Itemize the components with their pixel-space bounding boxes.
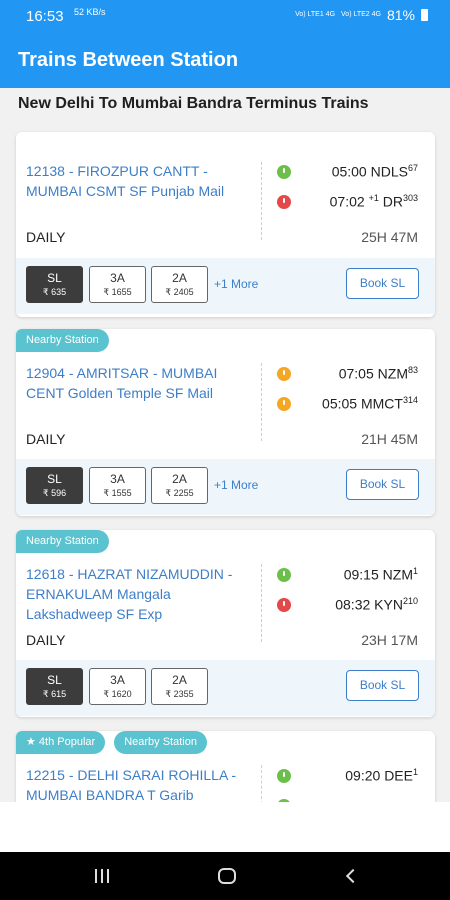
frequency: DAILY xyxy=(26,229,66,245)
divider xyxy=(261,564,262,642)
class-chip-2a[interactable]: 2A ₹ 2355 xyxy=(151,668,208,705)
book-button[interactable]: Book SL xyxy=(346,670,419,701)
more-classes-link[interactable]: +1 More xyxy=(214,478,258,492)
class-chip-3a[interactable]: 3A ₹ 1555 xyxy=(89,467,146,504)
frequency: DAILY xyxy=(26,632,66,648)
status-bar: 16:53 52 KB/s Vo) LTE1 4G Vo) LTE2 4G 81… xyxy=(0,0,450,34)
arrival-status-icon xyxy=(277,397,291,411)
nearby-station-badge: Nearby Station xyxy=(16,329,109,352)
class-chip-3a[interactable]: 3A ₹ 1655 xyxy=(89,266,146,303)
class-chip-2a[interactable]: 2A ₹ 2255 xyxy=(151,467,208,504)
status-icons: Vo) LTE1 4G Vo) LTE2 4G 81% xyxy=(295,7,428,23)
duration: 21H 45M xyxy=(361,431,418,447)
nearby-station-badge: Nearby Station xyxy=(16,530,109,553)
train-card[interactable]: Nearby Station 12618 - HAZRAT NIZAMUDDIN… xyxy=(16,530,435,717)
battery-icon xyxy=(421,9,428,21)
class-chip-2a[interactable]: 2A ₹ 2405 xyxy=(151,266,208,303)
book-button[interactable]: Book SL xyxy=(346,469,419,500)
arrival-status-icon xyxy=(277,195,291,209)
popularity-badge: ★ 4th Popular xyxy=(16,731,106,754)
train-card[interactable]: ★ 4th Popular Nearby Station 12215 - DEL… xyxy=(16,731,435,802)
route-heading: New Delhi To Mumbai Bandra Terminus Trai… xyxy=(18,95,369,112)
departure-time: 07:05 NZM83 xyxy=(338,365,418,382)
class-bar: SL ₹ 615 3A ₹ 1620 2A ₹ 2355 Book SL xyxy=(16,660,435,716)
book-button[interactable]: Book SL xyxy=(346,268,419,299)
class-bar: SL ₹ 635 3A ₹ 1655 2A ₹ 2405 +1 More Boo… xyxy=(16,258,435,314)
app-bar: Trains Between Station xyxy=(0,34,450,88)
class-chip-sl[interactable]: SL ₹ 596 xyxy=(26,467,83,504)
back-icon[interactable] xyxy=(341,866,363,886)
recents-icon[interactable] xyxy=(91,866,113,886)
train-name[interactable]: 12138 - FIROZPUR CANTT - MUMBAI CSMT SF … xyxy=(26,161,252,201)
departure-time: 05:00 NDLS67 xyxy=(331,163,418,180)
train-list[interactable]: New Delhi To Mumbai Bandra Terminus Trai… xyxy=(0,88,450,802)
divider xyxy=(261,162,262,240)
class-chip-sl[interactable]: SL ₹ 615 xyxy=(26,668,83,705)
data-speed-indicator: 52 KB/s xyxy=(74,7,106,17)
class-bar: SL ₹ 596 3A ₹ 1555 2A ₹ 2255 +1 More Boo… xyxy=(16,459,435,515)
departure-time: 09:15 NZM1 xyxy=(343,566,418,583)
departure-time: 09:20 DEE1 xyxy=(345,767,418,784)
signal-icon: Vo) LTE2 4G xyxy=(341,11,381,18)
nearby-station-badge: Nearby Station xyxy=(114,731,207,754)
divider xyxy=(261,765,262,802)
train-name[interactable]: 12618 - HAZRAT NIZAMUDDIN - ERNAKULAM Ma… xyxy=(26,564,252,624)
class-chip-3a[interactable]: 3A ₹ 1620 xyxy=(89,668,146,705)
departure-status-icon xyxy=(277,367,291,381)
departure-status-icon xyxy=(277,165,291,179)
arrival-status-icon xyxy=(277,598,291,612)
arrival-time: 07:02 +1 DR303 xyxy=(329,193,418,210)
divider xyxy=(261,363,262,441)
frequency: DAILY xyxy=(26,431,66,447)
more-classes-link[interactable]: +1 More xyxy=(214,277,258,291)
duration: 25H 47M xyxy=(361,229,418,245)
arrival-status-icon xyxy=(277,799,291,802)
train-card[interactable]: 12138 - FIROZPUR CANTT - MUMBAI CSMT SF … xyxy=(16,132,435,317)
class-chip-sl[interactable]: SL ₹ 635 xyxy=(26,266,83,303)
badge-row: Nearby Station xyxy=(16,530,109,553)
train-name[interactable]: 12215 - DELHI SARAI ROHILLA - MUMBAI BAN… xyxy=(26,765,252,802)
system-navigation-bar xyxy=(0,852,450,900)
arrival-time: 08:32 KYN210 xyxy=(335,596,418,613)
page-title: Trains Between Station xyxy=(18,49,239,71)
duration: 23H 17M xyxy=(361,632,418,648)
signal-icon: Vo) LTE1 4G xyxy=(295,11,336,18)
badge-row: Nearby Station xyxy=(16,329,109,352)
train-name[interactable]: 12904 - AMRITSAR - MUMBAI CENT Golden Te… xyxy=(26,363,252,403)
arrival-time: 05:05 MMCT314 xyxy=(322,395,418,412)
departure-status-icon xyxy=(277,769,291,783)
home-icon[interactable] xyxy=(216,866,238,886)
battery-level: 81% xyxy=(386,7,415,23)
departure-status-icon xyxy=(277,568,291,582)
badge-row: ★ 4th Popular Nearby Station xyxy=(16,731,207,754)
status-time: 16:53 xyxy=(26,8,64,25)
train-card[interactable]: Nearby Station 12904 - AMRITSAR - MUMBAI… xyxy=(16,329,435,516)
